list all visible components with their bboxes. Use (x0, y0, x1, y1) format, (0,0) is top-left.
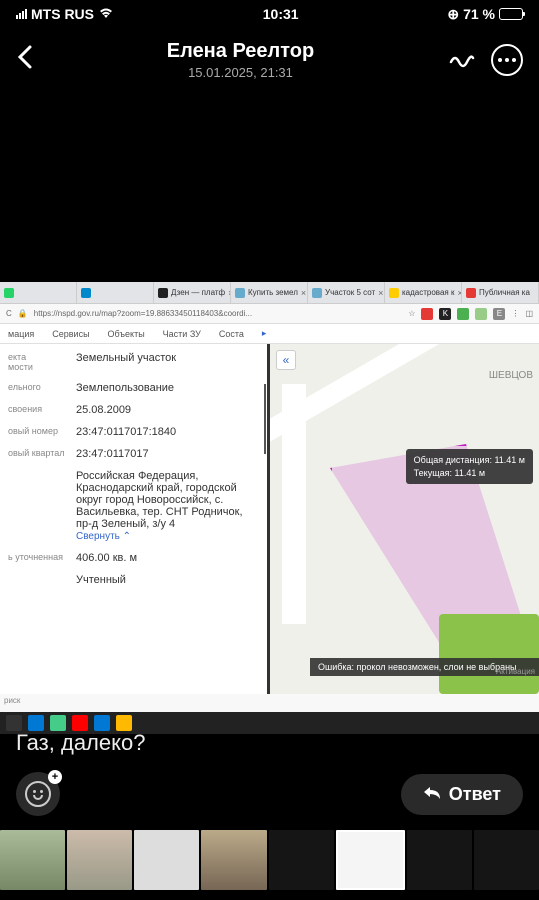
chat-header: Елена Реелтор 15.01.2025, 21:31 (0, 28, 539, 92)
draw-button[interactable] (447, 44, 475, 77)
browser-tab[interactable]: Дзен — платф× (154, 282, 231, 303)
reply-label: Ответ (449, 784, 501, 805)
orientation-lock-icon: ⊕ (447, 6, 459, 23)
reply-bar: + Ответ (0, 764, 539, 830)
browser-tab[interactable]: Купить земел× (231, 282, 308, 303)
address-bar: C 🔒 https://nspd.gov.ru/map?zoom=19.8863… (0, 304, 539, 324)
back-button[interactable] (16, 43, 34, 78)
status-left: MTS RUS (16, 6, 114, 22)
parcel-area: 406.00 кв. м (76, 552, 259, 564)
parcel-type: Земельный участок (76, 352, 259, 372)
thumbnail[interactable] (134, 830, 199, 890)
browser-tab[interactable]: Участок 5 сот× (308, 282, 385, 303)
status-bar: MTS RUS 10:31 ⊕ 71 % (0, 0, 539, 28)
thumbnail[interactable] (269, 830, 334, 890)
screenshot-browser: Дзен — платф× Купить земел× Участок 5 со… (0, 282, 539, 712)
map-region-label: ШЕВЦОВ (489, 370, 533, 381)
lock-icon: 🔒 (18, 309, 28, 318)
collapse-link[interactable]: Свернуть ⌃ (76, 531, 131, 542)
status-time: 10:31 (263, 6, 299, 22)
reply-button[interactable]: Ответ (401, 774, 523, 815)
bookmark-icon[interactable]: ☆ (408, 309, 415, 318)
smiley-icon (25, 781, 51, 807)
browser-tab[interactable]: Публичная ка (462, 282, 539, 303)
cadastral-map[interactable]: « ШЕВЦОВ Общая дистанция: 11.41 м Текуща… (270, 344, 539, 694)
thumbnail[interactable] (0, 830, 65, 890)
extension-icon[interactable] (475, 308, 487, 320)
menu-item[interactable]: мация (8, 329, 34, 339)
taskbar-icon[interactable] (50, 715, 66, 731)
taskbar-yandex-icon[interactable] (72, 715, 88, 731)
menu-arrow-icon[interactable]: ▸ (262, 328, 267, 339)
extension-icon[interactable]: K (439, 308, 451, 320)
menu-item[interactable]: Сервисы (52, 329, 89, 339)
menu-item[interactable]: Объекты (108, 329, 145, 339)
bookmarks-icon[interactable]: ◫ (525, 309, 533, 318)
taskbar-explorer-icon[interactable] (116, 715, 132, 731)
windows-taskbar (0, 712, 539, 734)
reply-arrow-icon (423, 784, 441, 805)
status-right: ⊕ 71 % (447, 6, 523, 23)
menu-icon[interactable]: ⋮ (511, 309, 519, 318)
plus-icon: + (48, 770, 62, 784)
parcel-status: Учтенный (76, 574, 259, 586)
wifi-icon (98, 6, 114, 22)
app-menu: мация Сервисы Объекты Части ЗУ Соста ▸ (0, 324, 539, 344)
url-field[interactable]: https://nspd.gov.ru/map?zoom=19.88633450… (34, 309, 403, 318)
close-tab-icon[interactable]: × (378, 288, 383, 298)
thumbnail[interactable] (67, 830, 132, 890)
emoji-sticker-button[interactable]: + (16, 772, 60, 816)
taskbar-edge-icon[interactable] (94, 715, 110, 731)
browser-tabs: Дзен — платф× Купить земел× Участок 5 со… (0, 282, 539, 304)
extension-icon[interactable]: E (493, 308, 505, 320)
land-use: Землепользование (76, 382, 259, 394)
parcel-info-panel: ектамости Земельный участок ельного Земл… (0, 344, 270, 694)
map-road (282, 384, 306, 624)
taskbar-icon[interactable] (6, 715, 22, 731)
taskbar-search[interactable]: риск (0, 694, 539, 712)
battery-percent: 71 % (463, 6, 495, 22)
chevron-up-icon: ⌃ (123, 531, 131, 542)
cadastral-quarter: 23:47:0117017 (76, 448, 259, 460)
thumbnail[interactable] (407, 830, 472, 890)
cellular-signal-icon (16, 9, 27, 19)
windows-activation-watermark: Активация (496, 667, 535, 676)
header-title-block[interactable]: Елена Реелтор 15.01.2025, 21:31 (167, 40, 314, 80)
thumbnail[interactable] (201, 830, 266, 890)
close-tab-icon[interactable]: × (301, 288, 306, 298)
browser-tab[interactable] (77, 282, 154, 303)
measurement-tooltip: Общая дистанция: 11.41 м Текущая: 11.41 … (406, 449, 533, 484)
contact-name: Елена Реелтор (167, 40, 314, 63)
browser-tab[interactable]: кадастровая к× (385, 282, 462, 303)
media-thumbnail-strip (0, 830, 539, 890)
message-timestamp: 15.01.2025, 21:31 (167, 65, 314, 80)
extension-icon[interactable] (457, 308, 469, 320)
scrollbar[interactable] (264, 384, 266, 454)
assign-date: 25.08.2009 (76, 404, 259, 416)
carrier-label: MTS RUS (31, 6, 94, 22)
nav-back-icon[interactable]: C (6, 309, 12, 318)
cadastral-number: 23:47:0117017:1840 (76, 426, 259, 438)
taskbar-store-icon[interactable] (28, 715, 44, 731)
collapse-panel-button[interactable]: « (276, 350, 296, 370)
battery-icon (499, 8, 523, 20)
menu-item[interactable]: Соста (219, 329, 244, 339)
thumbnail[interactable] (474, 830, 539, 890)
map-green-area (439, 614, 539, 694)
browser-tab[interactable] (0, 282, 77, 303)
more-button[interactable] (491, 44, 523, 76)
media-blank-top (0, 92, 539, 282)
extension-icon[interactable] (421, 308, 433, 320)
menu-item[interactable]: Части ЗУ (163, 329, 201, 339)
parcel-address: Российская Федерация, Краснодарский край… (76, 470, 259, 542)
thumbnail-active[interactable] (336, 830, 405, 890)
